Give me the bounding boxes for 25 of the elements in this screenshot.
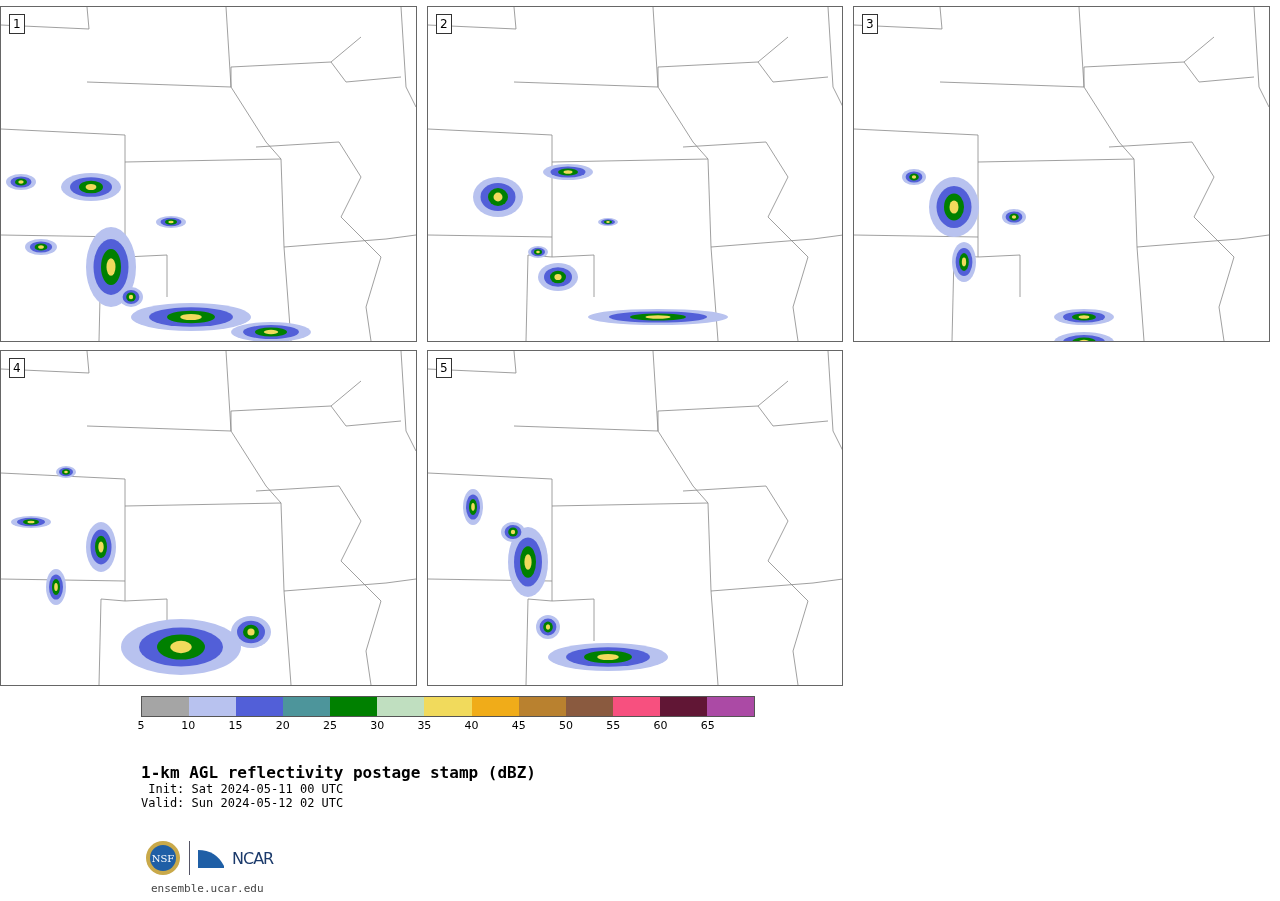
- ncar-logo-text: NCAR: [232, 848, 274, 868]
- valid-time: Valid: Sun 2024-05-12 02 UTC: [141, 796, 345, 810]
- nsf-logo: NSF: [145, 840, 181, 876]
- panel-number: 3: [862, 14, 878, 34]
- tick-label: 50: [559, 719, 574, 733]
- tick-label: 60: [653, 719, 668, 733]
- tick-label: 45: [511, 719, 526, 733]
- tick-label: 25: [322, 719, 337, 733]
- tick-label: 65: [700, 719, 715, 733]
- tick-label: 55: [606, 719, 621, 733]
- tick-label: 20: [275, 719, 290, 733]
- tick-label: 30: [370, 719, 385, 733]
- tick-label: 35: [417, 719, 432, 733]
- ncar-logo-icon: [198, 848, 224, 868]
- chart-title: 1-km AGL reflectivity postage stamp (dBZ): [141, 763, 537, 782]
- tick-label: 15: [228, 719, 243, 733]
- panel-number: 2: [436, 14, 452, 34]
- tick-label: 5: [137, 719, 145, 733]
- tick-label: 40: [464, 719, 479, 733]
- panel-number: 4: [9, 358, 25, 378]
- panel-number: 1: [9, 14, 25, 34]
- website-url: ensemble.ucar.edu: [151, 882, 265, 895]
- panel-number: 5: [436, 358, 452, 378]
- init-time: Init: Sat 2024-05-11 00 UTC: [147, 782, 345, 796]
- tick-label: 10: [181, 719, 196, 733]
